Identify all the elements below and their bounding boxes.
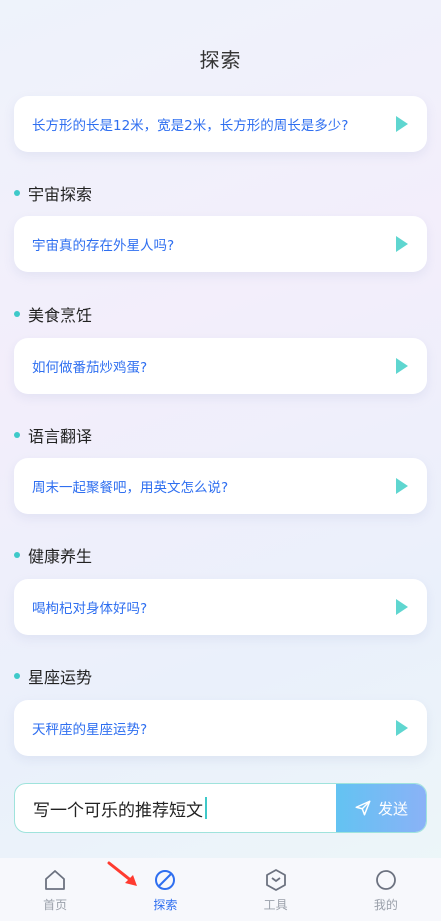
tools-icon [265,869,286,891]
prompt-card[interactable]: 宇宙真的存在外星人吗? [14,216,427,272]
play-icon [396,720,408,736]
section-header: 语言翻译 [14,423,92,447]
prompt-text: 喝枸杞对身体好吗? [32,601,148,617]
section-dot [14,432,20,438]
section-title: 美食烹饪 [28,306,93,325]
play-icon [396,236,408,252]
tab-label: 我的 [373,898,398,912]
send-icon [355,800,371,816]
section-header: 宇宙探索 [14,181,92,205]
tab-label: 首页 [43,898,68,912]
section-title: 宇宙探索 [28,185,93,204]
section-header: 美食烹饪 [14,302,92,326]
play-icon [396,116,408,132]
send-button[interactable]: 发送 [336,784,426,832]
play-icon [396,358,408,374]
prompt-card[interactable]: 喝枸杞对身体好吗? [14,579,427,635]
section-dot [14,190,20,196]
profile-icon [375,870,396,890]
chat-input[interactable]: 写一个可乐的推荐短文 发送 [14,783,427,833]
suggestion-text: 长方形的长是12米，宽是2米，长方形的周长是多少? [32,118,349,134]
bottom-tab-bar: 首页 探索 工具 我的 [0,858,441,921]
section-header: 星座运势 [14,664,92,688]
prompt-text: 天秤座的星座运势? [32,722,148,738]
section-dot [14,552,20,558]
play-icon [396,478,408,494]
prompt-card[interactable]: 如何做番茄炒鸡蛋? [14,338,427,394]
page-title: 探索 [199,48,242,72]
explore-icon [155,870,176,890]
prompt-text: 宇宙真的存在外星人吗? [32,238,175,254]
section-title: 星座运势 [28,668,93,687]
prompt-text: 如何做番茄炒鸡蛋? [32,360,148,376]
prompt-text: 周末一起聚餐吧，用英文怎么说? [32,480,229,496]
annotation-arrow-icon [107,861,137,886]
suggestion-card[interactable]: 长方形的长是12米，宽是2米，长方形的周长是多少? [14,96,427,152]
tab-label: 探索 [153,898,178,912]
section-dot [14,673,20,679]
play-icon [396,599,408,615]
home-icon [45,870,66,890]
tab-tools[interactable]: 工具 [221,858,331,921]
section-header: 健康养生 [14,543,92,567]
section-title: 健康养生 [28,547,93,566]
prompt-card[interactable]: 周末一起聚餐吧，用英文怎么说? [14,458,427,514]
chat-input-value: 写一个可乐的推荐短文 [33,800,203,821]
send-label: 发送 [377,799,408,818]
tab-label: 工具 [263,898,288,912]
prompt-card[interactable]: 天秤座的星座运势? [14,700,427,756]
tab-home[interactable]: 首页 [0,858,110,921]
section-dot [14,311,20,317]
section-title: 语言翻译 [28,427,93,446]
tab-profile[interactable]: 我的 [331,858,441,921]
text-caret [205,797,207,819]
